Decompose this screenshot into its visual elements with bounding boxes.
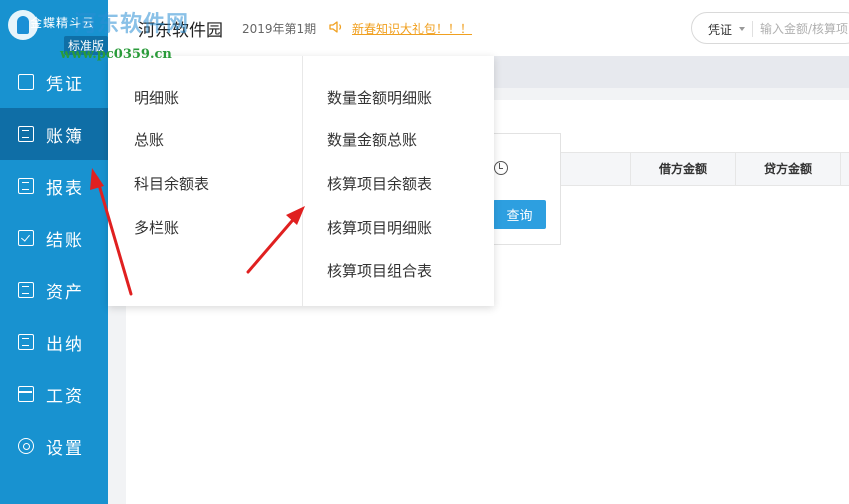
sidebar-item-cashier[interactable]: 出纳: [0, 316, 108, 368]
search-input[interactable]: [760, 19, 849, 39]
sidebar-item-payroll[interactable]: 工资: [0, 368, 108, 420]
sidebar-item-label: 设置: [46, 438, 84, 459]
sidebar-nav: 凭证 账簿 报表 结账 资产 出纳 工资 设置: [0, 56, 108, 472]
column-header-more: [840, 153, 849, 185]
column-header-credit: 贷方金额: [735, 153, 840, 185]
dropdown-column-right: 数量金额明细账 数量金额总账 核算项目余额表 核算项目明细账 核算项目组合表: [302, 56, 494, 306]
sidebar-item-label: 工资: [46, 386, 84, 407]
sidebar-item-label: 出纳: [46, 334, 84, 355]
menu-item-general-ledger[interactable]: 总账: [134, 129, 164, 150]
sidebar: 金蝶精斗云 标准版 凭证 账簿 报表 结账 资产 出纳 工资 设置: [0, 0, 108, 504]
checkout-icon: [18, 230, 34, 246]
gear-icon: [18, 438, 34, 454]
assets-icon: [18, 282, 34, 298]
sidebar-item-assets[interactable]: 资产: [0, 264, 108, 316]
promo-notice-link[interactable]: 新春知识大礼包！！！: [352, 20, 472, 37]
sidebar-item-report[interactable]: 报表: [0, 160, 108, 212]
search-box: 凭证: [691, 12, 849, 44]
watermark-url: www.pc0359.cn: [60, 47, 172, 62]
accounting-period: 2019年第1期: [242, 22, 317, 36]
menu-item-qty-amount-detail[interactable]: 数量金额明细账: [327, 87, 432, 108]
sidebar-item-label: 凭证: [46, 74, 84, 95]
edit-icon: [18, 74, 34, 90]
menu-item-item-combination[interactable]: 核算项目组合表: [327, 260, 432, 281]
menu-item-multi-column-ledger[interactable]: 多栏账: [134, 217, 179, 238]
menu-item-qty-amount-general[interactable]: 数量金额总账: [327, 129, 417, 150]
search-type-select[interactable]: 凭证: [708, 21, 732, 38]
query-button[interactable]: 查询: [493, 200, 546, 229]
dropdown-column-left: 明细账 总账 科目余额表 多栏账: [108, 56, 302, 306]
menu-item-detail-ledger[interactable]: 明细账: [134, 87, 179, 108]
table-header: 借方金额 贷方金额: [561, 152, 849, 186]
speaker-icon: [329, 21, 342, 33]
sidebar-item-ledger[interactable]: 账簿: [0, 108, 108, 160]
sidebar-item-voucher[interactable]: 凭证: [0, 56, 108, 108]
chevron-down-icon[interactable]: [739, 27, 745, 31]
cashier-icon: [18, 334, 34, 350]
watermark-title: 河东软件网: [74, 12, 190, 37]
search-divider: [752, 21, 753, 37]
menu-item-item-balance[interactable]: 核算项目余额表: [327, 173, 432, 194]
sidebar-item-label: 报表: [46, 178, 84, 199]
top-header: 河东软件园 2019年第1期 新春知识大礼包！！！ 凭证: [108, 0, 849, 56]
menu-item-item-detail[interactable]: 核算项目明细账: [327, 217, 432, 238]
report-icon: [18, 178, 34, 194]
sidebar-item-label: 资产: [46, 282, 84, 303]
payroll-icon: [18, 386, 34, 402]
clock-icon[interactable]: [494, 161, 508, 175]
ledger-dropdown-menu: 明细账 总账 科目余额表 多栏账 数量金额明细账 数量金额总账 核算项目余额表 …: [108, 56, 494, 306]
menu-item-account-balance[interactable]: 科目余额表: [134, 173, 209, 194]
sidebar-item-checkout[interactable]: 结账: [0, 212, 108, 264]
sidebar-item-label: 结账: [46, 230, 84, 251]
sidebar-item-label: 账簿: [46, 126, 84, 147]
ledger-icon: [18, 126, 34, 142]
sidebar-item-settings[interactable]: 设置: [0, 420, 108, 472]
column-header-debit: 借方金额: [630, 153, 735, 185]
